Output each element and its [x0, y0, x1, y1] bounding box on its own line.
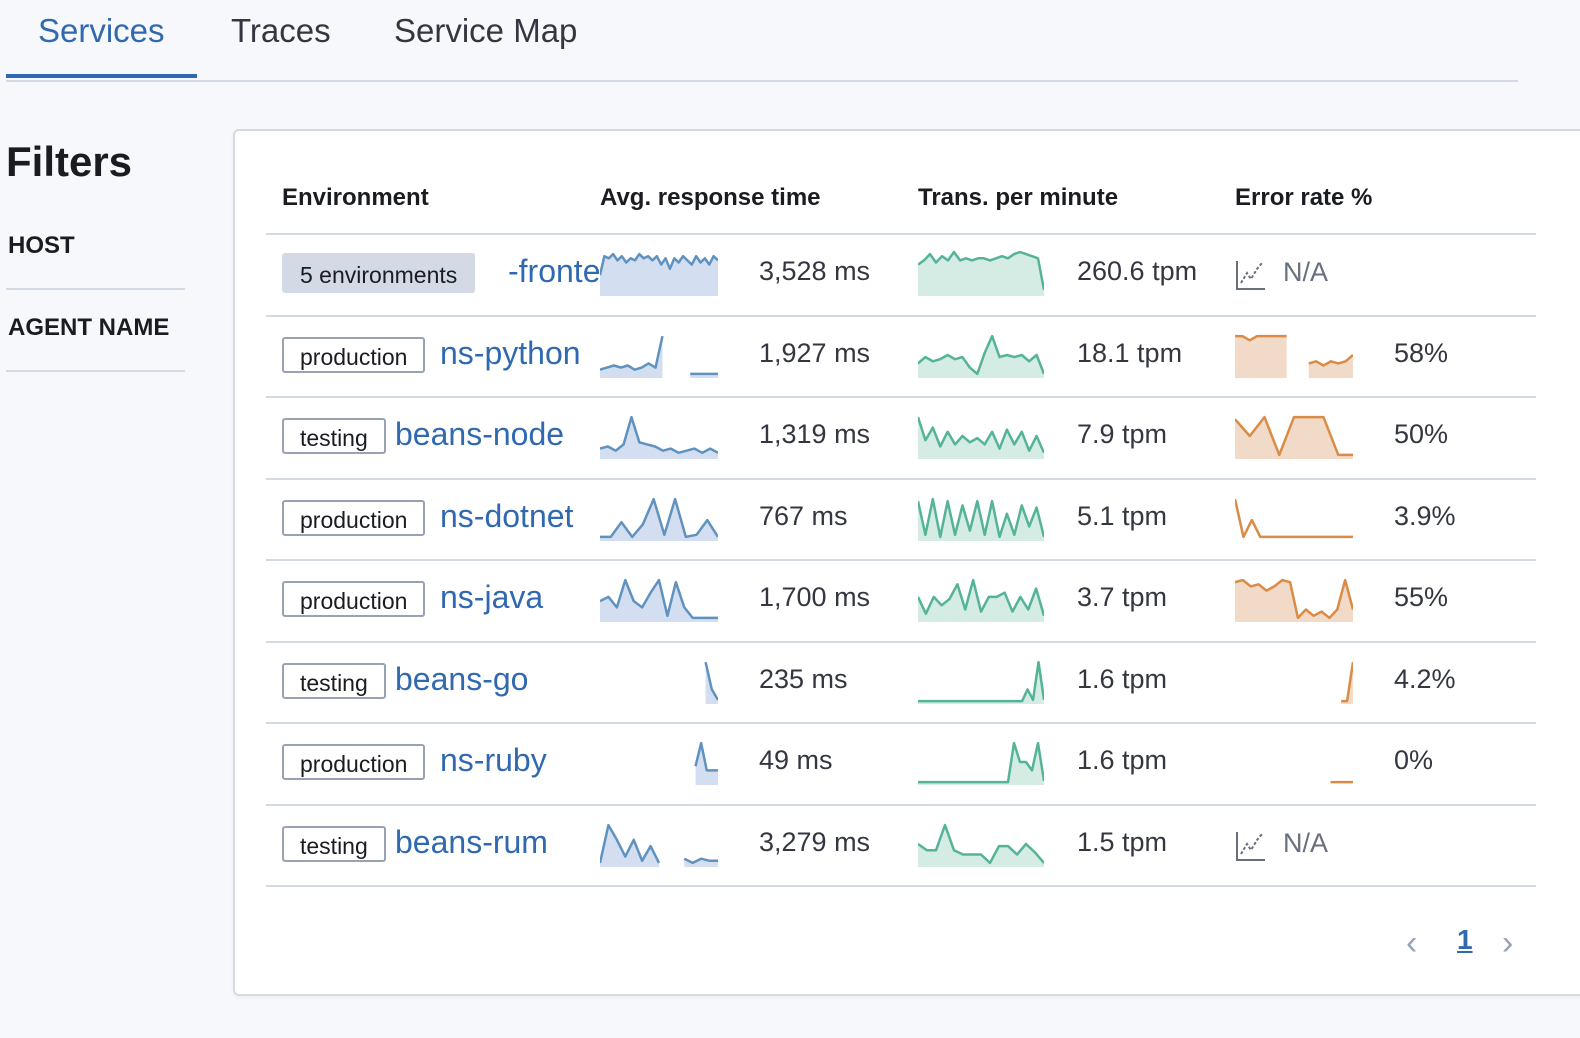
environment-badge[interactable]: testing [282, 418, 386, 454]
tab-services[interactable]: Services [6, 12, 197, 78]
filter-label-agent-name: AGENT NAME [8, 314, 170, 341]
filters-title: Filters [6, 138, 133, 185]
tab-bar: Services Traces Service Map [6, 0, 1518, 82]
throughput-sparkline [918, 334, 1044, 378]
avg-response-time-value: 3,528 ms [759, 256, 871, 286]
throughput-sparkline-area [918, 743, 1044, 785]
environment-badge[interactable]: testing [282, 662, 386, 699]
service-name-link[interactable]: ns-ruby [440, 742, 547, 779]
filter-group-host[interactable]: HOST [6, 232, 185, 290]
latency-sparkline [600, 252, 718, 296]
avg-response-time-value: 767 ms [759, 500, 848, 531]
throughput-sparkline-area [918, 661, 1044, 704]
error-rate-value: 4.2% [1394, 663, 1456, 694]
column-header-avg-response-time[interactable]: Avg. response time [600, 184, 821, 212]
latency-sparkline [704, 661, 718, 704]
latency-sparkline-line [600, 335, 664, 371]
throughput-sparkline [918, 416, 1044, 459]
avg-response-time-value: 49 ms [759, 745, 833, 775]
chart-unavailable-icon [1236, 261, 1265, 290]
row-divider [266, 885, 1536, 887]
row-divider [266, 722, 1536, 724]
trans-per-minute-value: 5.1 tpm [1077, 500, 1168, 531]
error-rate-value: 50% [1394, 419, 1449, 449]
latency-sparkline [600, 578, 718, 622]
trans-per-minute-value: 1.6 tpm [1077, 745, 1168, 775]
column-header-trans-per-minute[interactable]: Trans. per minute [918, 184, 1118, 212]
latency-sparkline [694, 741, 718, 785]
throughput-sparkline [918, 660, 1044, 704]
trans-per-minute-value: 260.6 tpm [1077, 256, 1198, 286]
environment-badge[interactable]: production [282, 744, 426, 780]
error-rate-sparkline-line [1235, 498, 1353, 538]
error-rate-value: 58% [1394, 337, 1449, 368]
throughput-sparkline [918, 741, 1044, 785]
chart-unavailable-icon [1236, 831, 1265, 861]
error-rate-value: 0% [1394, 745, 1434, 775]
latency-sparkline [600, 415, 718, 459]
service-name-link[interactable]: beans-node [395, 416, 564, 453]
pagination-prev-button[interactable]: ‹ [1406, 924, 1417, 963]
error-rate-sparkline [1235, 498, 1353, 538]
column-header-error-rate[interactable]: Error rate % [1235, 184, 1372, 212]
filter-label-host: HOST [8, 232, 75, 259]
latency-sparkline [600, 823, 718, 867]
environment-badge[interactable]: testing [282, 825, 386, 862]
filter-group-agent-name[interactable]: AGENT NAME [6, 314, 185, 372]
avg-response-time-value: 235 ms [759, 663, 848, 694]
row-divider [266, 314, 1536, 317]
environment-badge[interactable]: production [282, 581, 426, 617]
row-divider [266, 396, 1536, 398]
pagination-next-button[interactable]: › [1502, 924, 1513, 963]
avg-response-time-value: 1,927 ms [759, 337, 871, 368]
error-rate-sparkline [1341, 661, 1353, 704]
tab-traces[interactable]: Traces [231, 12, 331, 74]
trans-per-minute-value: 3.7 tpm [1077, 582, 1168, 612]
avg-response-time-value: 3,279 ms [759, 826, 871, 857]
throughput-sparkline [918, 823, 1044, 867]
avg-response-time-value: 1,319 ms [759, 419, 871, 449]
trans-per-minute-value: 1.6 tpm [1077, 663, 1168, 694]
trans-per-minute-value: 7.9 tpm [1077, 419, 1168, 449]
latency-sparkline [600, 497, 718, 541]
row-divider [266, 640, 1536, 643]
throughput-sparkline-line [918, 660, 1044, 702]
row-divider [266, 803, 1536, 806]
row-divider [266, 559, 1536, 561]
error-rate-sparkline-area [1235, 417, 1353, 459]
avg-response-time-value: 1,700 ms [759, 582, 871, 612]
error-rate-sparkline [1235, 415, 1353, 459]
latency-sparkline-line [600, 415, 718, 455]
environment-badge[interactable]: 5 environments [282, 253, 476, 293]
environment-badge[interactable]: production [282, 336, 426, 373]
service-name-link[interactable]: beans-rum [395, 824, 548, 861]
pagination-page-1[interactable]: 1 [1457, 924, 1473, 956]
service-name-link[interactable]: beans-go [395, 661, 528, 698]
error-rate-sparkline-area [1308, 354, 1353, 378]
environment-badge[interactable]: production [282, 499, 426, 536]
trans-per-minute-value: 1.5 tpm [1077, 826, 1168, 857]
throughput-sparkline [918, 578, 1044, 622]
service-name-link[interactable]: ns-dotnet [440, 498, 573, 535]
column-header-environment[interactable]: Environment [282, 184, 429, 212]
latency-sparkline [600, 335, 718, 378]
error-rate-sparkline [1330, 780, 1353, 784]
error-rate-value: 55% [1394, 582, 1449, 612]
throughput-sparkline [918, 250, 1044, 296]
throughput-sparkline [918, 497, 1044, 541]
error-rate-value: 3.9% [1394, 500, 1456, 531]
error-rate-sparkline-area [1235, 335, 1287, 378]
tab-service-map[interactable]: Service Map [394, 12, 577, 74]
latency-sparkline-area [600, 335, 663, 378]
service-name-link[interactable]: ns-java [440, 579, 543, 616]
error-rate-sparkline [1235, 578, 1353, 622]
trans-per-minute-value: 18.1 tpm [1077, 337, 1183, 368]
service-name-link[interactable]: ns-python [440, 335, 581, 372]
error-rate-na: N/A [1283, 827, 1329, 858]
error-rate-sparkline [1235, 334, 1353, 378]
row-divider [266, 477, 1536, 480]
error-rate-na: N/A [1283, 257, 1329, 287]
table-header-divider [266, 233, 1536, 235]
